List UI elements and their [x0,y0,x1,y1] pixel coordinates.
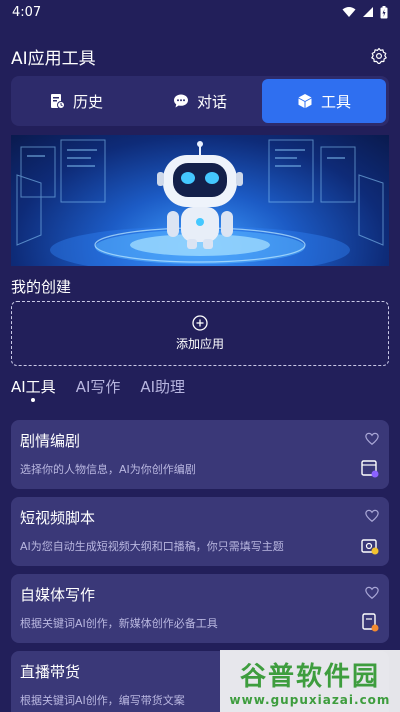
segment-history-label: 历史 [72,92,103,111]
chat-bubble-icon [173,94,188,108]
tool-card[interactable]: 剧情编剧 选择你的人物信息，AI为你创作编剧 [11,420,389,489]
wifi-icon [342,7,356,17]
tool-card-title: 短视频脚本 [20,509,96,527]
battery-icon [380,5,388,18]
robot-illustration [16,139,384,266]
camera-icon [361,539,379,555]
cube-icon [298,94,312,108]
my-creations-title: 我的创建 [11,278,72,296]
signal-icon [363,7,373,17]
main-segmented-control: 历史 对话 工具 [11,76,389,126]
tool-card-title: 自媒体写作 [20,586,96,604]
tab-ai-assistant[interactable]: AI助理 [140,376,185,402]
category-tabs: AI工具 AI写作 AI助理 [11,376,185,406]
add-app-label: 添加应用 [175,337,224,351]
status-bar: 4:07 [0,0,400,24]
segment-chat-label: 对话 [196,92,227,111]
app-title: AI应用工具 [11,48,96,69]
film-icon [361,460,379,478]
tool-card-desc: 根据关键词AI创作，新媒体创作必备工具 [20,617,218,630]
tool-card-desc: AI为您自动生成短视频大纲和口播稿，你只需填写主题 [20,540,284,553]
robot-banner[interactable] [11,135,389,266]
segment-tools-label: 工具 [320,92,351,111]
tool-card-title: 剧情编剧 [20,432,81,450]
heart-icon[interactable] [365,509,379,523]
watermark-url: www.gupuxiazai.com [229,692,391,707]
heart-icon[interactable] [365,432,379,446]
tool-card-desc: 选择你的人物信息，AI为你创作编剧 [20,463,196,476]
document-icon [362,613,379,632]
heart-icon[interactable] [365,586,379,600]
add-app-button[interactable]: 添加应用 [11,301,389,366]
segment-history[interactable]: 历史 [14,79,138,123]
segment-tools[interactable]: 工具 [262,79,386,123]
tool-card[interactable]: 自媒体写作 根据关键词AI创作，新媒体创作必备工具 [11,574,389,643]
status-icons [342,5,388,19]
watermark-logo: 谷普软件园 www.gupuxiazai.com [220,650,400,712]
segment-chat[interactable]: 对话 [138,79,262,123]
history-icon [50,94,65,109]
app-header: AI应用工具 [0,40,400,72]
gear-icon[interactable] [370,47,388,65]
status-time: 4:07 [12,4,42,20]
watermark-title: 谷普软件园 [239,661,380,692]
plus-circle-icon [192,315,208,331]
tab-ai-writing[interactable]: AI写作 [76,376,121,402]
tool-card[interactable]: 短视频脚本 AI为您自动生成短视频大纲和口播稿，你只需填写主题 [11,497,389,566]
tab-ai-tools[interactable]: AI工具 [11,376,56,402]
